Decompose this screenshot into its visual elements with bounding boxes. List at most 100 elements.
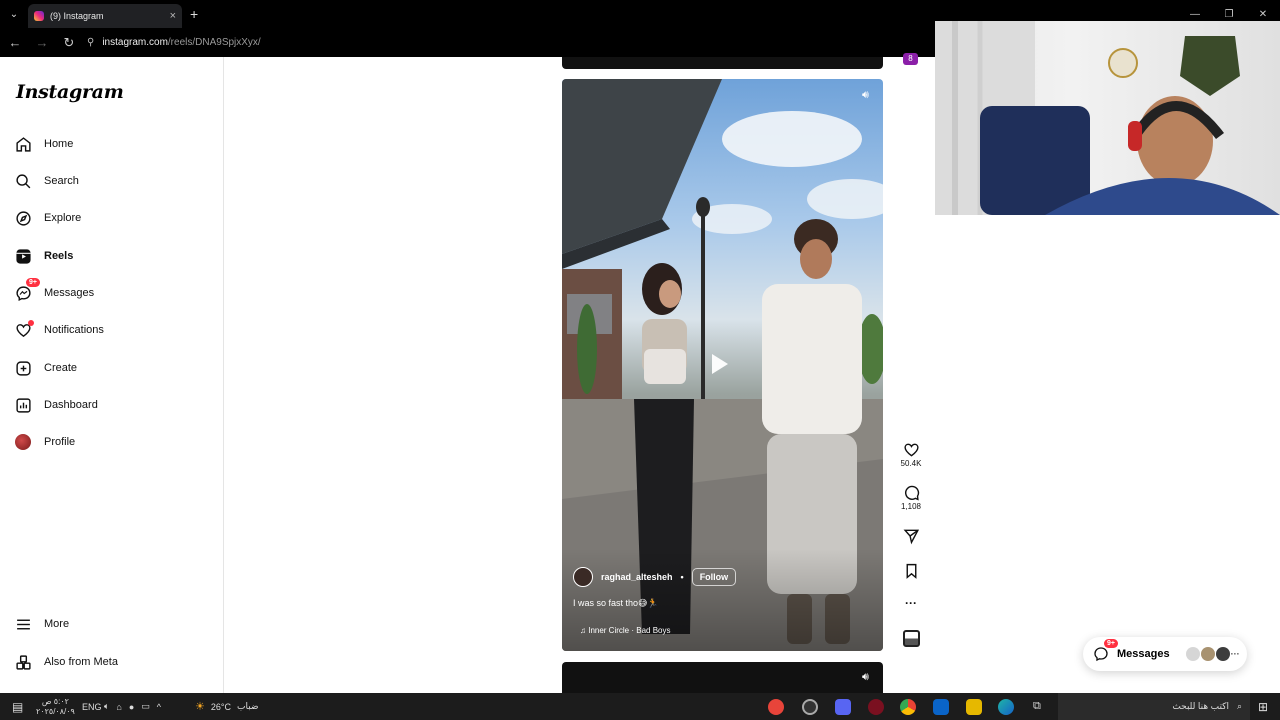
audio-thumbnail[interactable] [896, 630, 926, 647]
file-explorer-icon[interactable] [966, 699, 982, 715]
outlook-icon[interactable] [933, 699, 949, 715]
like-count: 50.4K [900, 459, 922, 468]
messages-pill-badge: 9+ [1104, 639, 1118, 648]
comment-count: 1,108 [900, 502, 922, 511]
url-field[interactable]: ⚲ instagram.com/reels/DNA9SpjxXyx/ [87, 37, 261, 48]
volume-icon[interactable]: 🔈︎ [104, 701, 109, 712]
mute-toggle-icon[interactable]: 🔊︎ [862, 89, 869, 102]
compass-icon [14, 209, 32, 227]
sidebar-item-label: Create [44, 362, 78, 374]
app-icon-red[interactable] [868, 699, 884, 715]
back-icon[interactable]: ← [3, 31, 27, 55]
sidebar-item-label: Also from Meta [44, 656, 118, 668]
discord-icon[interactable] [835, 699, 851, 715]
avatar [1185, 647, 1200, 661]
sidebar-item-profile[interactable]: Profile [14, 428, 75, 456]
more-dots: ··· [1230, 649, 1240, 659]
clock[interactable]: ٥:٠٢ ص ٢٠٢٥/٠٨/٠٩ [36, 693, 75, 720]
sidebar-item-reels[interactable]: Reels [14, 242, 73, 270]
separator-dot: • [680, 572, 684, 582]
sidebar-item-search[interactable]: Search [14, 167, 79, 195]
reels-icon [14, 247, 32, 265]
language-indicator[interactable]: ENG [82, 693, 102, 720]
like-heart-icon [903, 443, 919, 457]
plus-square-icon [14, 359, 32, 377]
reel-audio-track[interactable]: ♫ Inner Circle · Bad Boys [580, 626, 670, 635]
system-tray: 🔈︎ ⌂ ● ▭ ^ [104, 693, 161, 720]
comment-action[interactable]: 1,108 [896, 484, 926, 511]
sidebar-item-home[interactable]: Home [14, 130, 73, 158]
comment-bubble-icon [904, 485, 919, 501]
browser-tab[interactable]: (9) Instagram × [28, 4, 182, 28]
sidebar-item-explore[interactable]: Explore [14, 204, 81, 232]
sidebar-item-label: Search [44, 175, 79, 187]
sidebar-item-label: Reels [44, 250, 74, 262]
notification-center-icon[interactable]: ▤ [12, 693, 23, 720]
task-view-icon[interactable]: ⧉ [1033, 693, 1041, 720]
previous-reel[interactable] [562, 57, 883, 69]
meet-now-icon[interactable]: ▭ [141, 701, 150, 712]
messages-badge: 9+ [26, 278, 40, 287]
messenger-icon: 9+ [14, 278, 40, 302]
tab-close-icon[interactable]: × [170, 10, 176, 22]
forward-icon[interactable]: → [30, 31, 54, 55]
next-reel[interactable] [562, 662, 883, 693]
profile-avatar [14, 433, 32, 451]
previous-reel-badge: 8 [903, 53, 918, 65]
messages-pill-label: Messages [1117, 648, 1170, 660]
share-action[interactable] [896, 527, 926, 545]
taskbar-search-placeholder: اكتب هنا للبحث [1172, 701, 1229, 711]
sidebar-item-label: More [44, 618, 70, 630]
recent-chat-avatars: ··· [1185, 647, 1240, 661]
more-options-icon[interactable]: ··· [896, 596, 926, 610]
site-info-icon[interactable]: ⚲ [87, 37, 94, 48]
sidebar-item-notifications[interactable]: Notifications [14, 316, 104, 344]
network-icon[interactable]: ⌂ [116, 702, 121, 712]
app-icon-recording[interactable] [768, 699, 784, 715]
clock-time: ٥:٠٢ ص [41, 696, 69, 706]
messages-floating-button[interactable]: 9+ Messages ··· [1083, 637, 1247, 671]
reel-caption[interactable]: I was so fast tho😅🏃 [573, 598, 659, 609]
url-path: /reels/DNA9SpjxXyx/ [167, 37, 261, 48]
windows-start-icon[interactable]: ⊞ [1258, 693, 1268, 720]
new-tab-button[interactable]: + [190, 6, 198, 22]
tab-search-chevron-icon[interactable]: ⌄ [0, 0, 28, 28]
save-action[interactable] [896, 562, 926, 580]
sidebar-item-label: Dashboard [44, 399, 98, 411]
tray-chevron-up-icon[interactable]: ^ [157, 702, 161, 712]
sidebar-item-messages[interactable]: 9+ Messages [14, 278, 95, 307]
clock-date: ٢٠٢٥/٠٨/٠٩ [36, 706, 75, 716]
play-icon[interactable] [712, 354, 728, 374]
weather-widget[interactable]: ☀ 26°C ضباب [195, 693, 259, 720]
sidebar-item-create[interactable]: Create [14, 354, 77, 382]
follow-button[interactable]: Follow [691, 568, 737, 586]
taskbar-search-box[interactable]: اكتب هنا للبحث ⌕ [1058, 693, 1250, 720]
sidebar-item-also-from-meta[interactable]: Also from Meta [14, 648, 118, 676]
instagram-favicon-icon [34, 11, 44, 21]
author-avatar[interactable] [573, 567, 593, 587]
sidebar-item-more[interactable]: More [14, 610, 69, 638]
sidebar: Instagram Home Search Explore Reels 9+ M… [0, 57, 224, 693]
tab-title: (9) Instagram [50, 11, 104, 21]
share-send-icon [903, 529, 919, 545]
hamburger-menu-icon [14, 615, 32, 633]
webcam-image [935, 21, 1280, 215]
avatar [1200, 647, 1215, 661]
notification-dot [28, 320, 34, 326]
weather-temp: 26°C [210, 701, 231, 712]
taskbar: ▤ ٥:٠٢ ص ٢٠٢٥/٠٨/٠٩ ENG 🔈︎ ⌂ ● ▭ ^ ☀ 26°… [0, 693, 1280, 720]
instagram-logo[interactable]: Instagram [16, 81, 124, 103]
sidebar-item-label: Messages [44, 287, 95, 299]
home-icon [14, 135, 32, 153]
like-action[interactable]: 50.4K [896, 441, 926, 468]
sidebar-item-dashboard[interactable]: Dashboard [14, 391, 98, 419]
chrome-icon[interactable] [900, 699, 916, 715]
microphone-icon[interactable]: ● [129, 702, 134, 712]
reload-icon[interactable]: ↻ [57, 31, 81, 55]
author-username[interactable]: raghad_altesheh [601, 572, 673, 582]
next-reel-mute-icon[interactable]: 🔊︎ [862, 671, 869, 684]
bookmark-icon [906, 563, 916, 579]
edge-icon[interactable] [998, 699, 1014, 715]
app-icon-obs[interactable] [802, 699, 818, 715]
url-domain: instagram.com [102, 37, 168, 48]
